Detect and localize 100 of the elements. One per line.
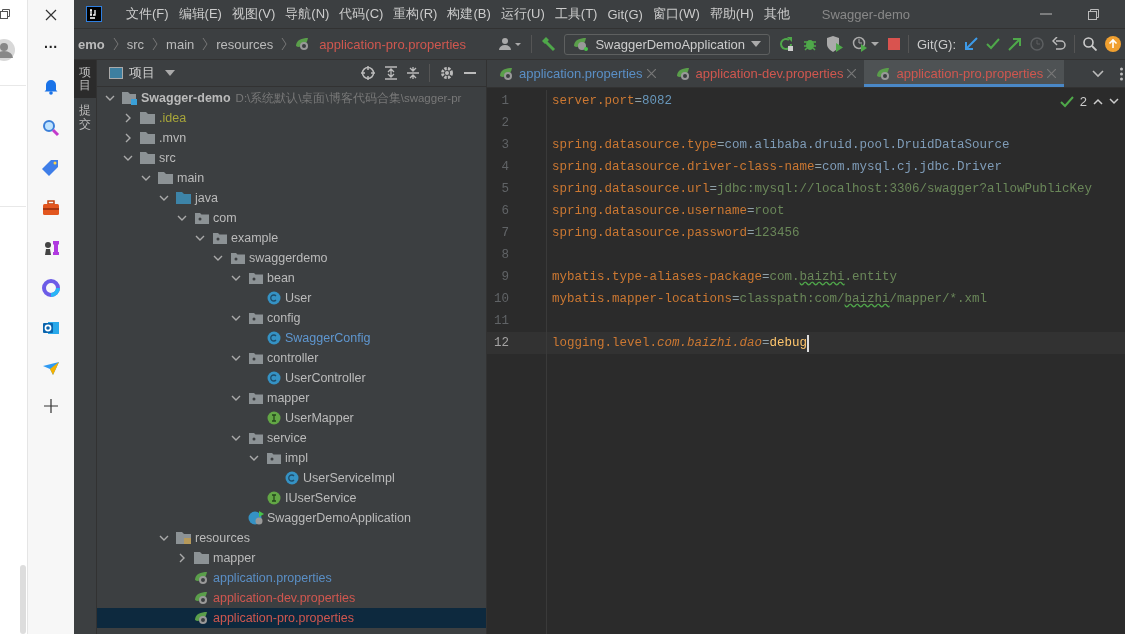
tree-item[interactable]: SwaggerConfig — [97, 328, 486, 348]
tree-item[interactable]: example — [97, 228, 486, 248]
avatar-icon[interactable] — [0, 39, 16, 61]
tree-item[interactable]: service — [97, 428, 486, 448]
menu-item[interactable]: 工具(T) — [554, 5, 598, 23]
line-number: 1 — [500, 94, 509, 108]
check-icon[interactable] — [986, 37, 1000, 51]
arrow-up-right-icon[interactable] — [1008, 37, 1022, 51]
breadcrumb-item[interactable]: emo — [78, 36, 105, 52]
caret-icon[interactable] — [165, 70, 175, 76]
tree-item[interactable]: IUserService — [97, 488, 486, 508]
inspection-count[interactable]: 2 — [1079, 94, 1087, 109]
search-icon[interactable] — [1083, 37, 1097, 51]
menu-item[interactable]: 导航(N) — [285, 5, 330, 23]
panel-title[interactable]: 项目 — [129, 64, 155, 82]
tool-window-tab[interactable]: 项目 — [74, 60, 96, 99]
profiler-icon[interactable] — [852, 36, 880, 52]
tree-item[interactable]: application-pro.properties — [97, 608, 486, 628]
hammer-icon[interactable] — [540, 36, 557, 52]
send-icon[interactable] — [42, 359, 60, 377]
chevron-down-icon[interactable] — [1092, 69, 1104, 78]
menu-item[interactable]: 编辑(E) — [178, 5, 222, 23]
arrow-up-icon[interactable] — [1093, 98, 1103, 105]
folder-icon — [140, 131, 156, 145]
package-icon — [248, 271, 264, 285]
chess-pieces-icon[interactable] — [42, 239, 60, 257]
menu-item[interactable]: 窗口(W) — [652, 5, 700, 23]
toolbox-icon[interactable] — [42, 199, 60, 217]
shield-run-icon[interactable] — [826, 36, 844, 52]
menu-item[interactable]: 视图(V) — [231, 5, 276, 23]
line-number: 11 — [493, 314, 509, 328]
restore-icon[interactable] — [0, 9, 10, 19]
expand-all-icon[interactable] — [385, 66, 397, 80]
folder-icon — [158, 171, 174, 185]
class-icon — [266, 291, 282, 305]
tree-item[interactable]: com — [97, 208, 486, 228]
scrollbar[interactable] — [20, 565, 26, 634]
editor-tab[interactable]: application.properties — [487, 60, 664, 87]
tool-window-tab[interactable]: 提交 — [74, 98, 96, 137]
tree-item[interactable]: impl — [97, 448, 486, 468]
tree-item[interactable]: swaggerdemo — [97, 248, 486, 268]
update-icon[interactable] — [1105, 36, 1121, 52]
more-icon[interactable] — [1120, 66, 1123, 81]
tree-item[interactable]: config — [97, 308, 486, 328]
line-number: 10 — [493, 292, 509, 306]
close-icon[interactable] — [45, 9, 57, 21]
menu-item[interactable]: 文件(F) — [126, 5, 169, 23]
more-button[interactable]: ··· — [44, 39, 58, 55]
tree-item[interactable]: UserController — [97, 368, 486, 388]
arrow-down-left-icon[interactable] — [964, 37, 978, 51]
tree-item[interactable]: User — [97, 288, 486, 308]
tag-icon[interactable] — [42, 159, 60, 177]
user-icon[interactable] — [499, 37, 524, 51]
package-icon — [230, 251, 246, 265]
run-config-dropdown[interactable]: SwaggerDemoApplication — [564, 33, 770, 55]
menu-item[interactable]: 构建(B) — [447, 5, 491, 23]
menu-item[interactable]: 运行(U) — [500, 5, 545, 23]
tree-item[interactable]: src — [97, 148, 486, 168]
tree-item[interactable]: bean — [97, 268, 486, 288]
bell-icon[interactable] — [42, 77, 60, 95]
tree-item[interactable]: mapper — [97, 548, 486, 568]
menu-item[interactable]: 代码(C) — [339, 5, 384, 23]
restore-icon[interactable] — [1088, 8, 1099, 20]
app-logo-icon[interactable] — [86, 6, 102, 22]
tree-item[interactable]: .mvn — [97, 128, 486, 148]
breadcrumb-item[interactable]: main — [166, 36, 195, 52]
tree-item[interactable]: main — [97, 168, 486, 188]
tree-item[interactable]: mapper — [97, 388, 486, 408]
menu-item[interactable]: Git(G) — [607, 6, 643, 22]
breadcrumb-item[interactable]: resources — [216, 36, 274, 52]
menu-item[interactable]: 重构(R) — [393, 5, 438, 23]
menu-item[interactable]: 其他 — [763, 5, 790, 23]
arrow-down-icon[interactable] — [1109, 98, 1119, 105]
tree-item[interactable]: controller — [97, 348, 486, 368]
outlook-icon[interactable] — [42, 319, 60, 337]
crosshair-icon[interactable] — [361, 66, 375, 80]
collapse-all-icon[interactable] — [407, 66, 419, 80]
git-label: Git(G): — [917, 36, 956, 52]
code-line: spring.datasource.type=com.alibaba.druid.pool.DruidDataSource — [552, 138, 1010, 152]
tree-item[interactable]: UserServiceImpl — [97, 468, 486, 488]
search-icon[interactable] — [42, 119, 60, 137]
tree-item[interactable]: application.properties — [97, 568, 486, 588]
rerun-icon[interactable] — [778, 36, 794, 52]
class-icon — [266, 331, 282, 345]
tree-item[interactable]: .idea — [97, 108, 486, 128]
spring-app-icon — [248, 511, 264, 525]
tree-item[interactable]: UserMapper — [97, 408, 486, 428]
chevron-right-icon — [281, 37, 288, 51]
tree-item[interactable]: SwaggerDemoApplication — [97, 508, 486, 528]
plus-icon[interactable] — [44, 399, 58, 413]
breadcrumb-item[interactable]: src — [126, 36, 145, 52]
settings-icon[interactable] — [440, 66, 454, 80]
undo-icon[interactable] — [1052, 37, 1066, 51]
check-icon[interactable] — [1059, 95, 1074, 108]
tree-item[interactable]: java — [97, 188, 486, 208]
copilot-icon[interactable] — [42, 279, 60, 297]
line-number: 9 — [500, 270, 509, 284]
project-icon — [109, 67, 123, 79]
tree-item[interactable]: resources — [97, 528, 486, 548]
menu-item[interactable]: 帮助(H) — [709, 5, 754, 23]
